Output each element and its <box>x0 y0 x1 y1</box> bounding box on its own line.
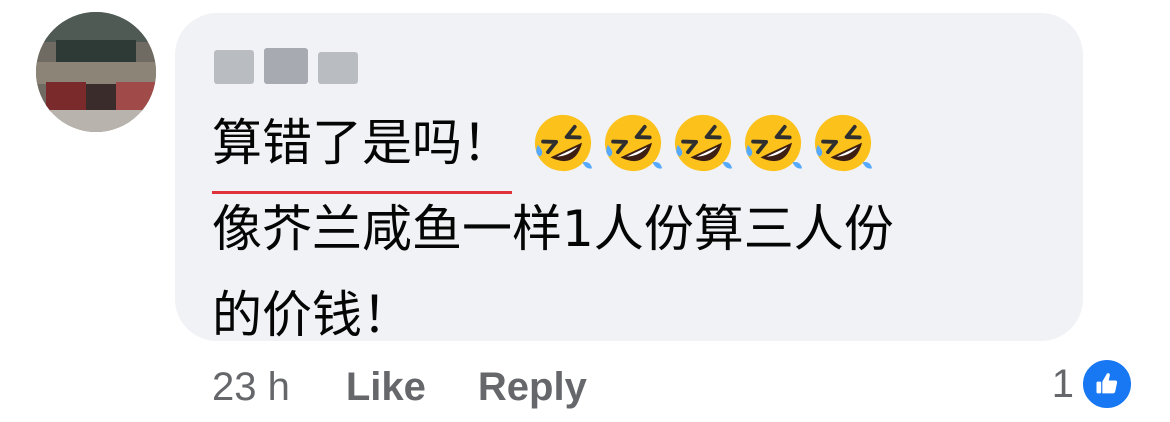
timestamp-link[interactable]: 23 h <box>212 365 290 410</box>
avatar-pixel <box>36 12 156 42</box>
avatar-pixel <box>36 110 156 132</box>
rolling-laughing-emoji-icon <box>534 114 593 172</box>
reaction-summary[interactable]: 1 <box>1052 356 1134 412</box>
rolling-laughing-emoji-icon <box>604 114 663 172</box>
avatar-pixel <box>86 84 116 110</box>
rolling-laughing-emoji-icon <box>674 114 733 172</box>
author-name[interactable] <box>214 44 364 84</box>
comment-text: 算错了是吗！ 像芥兰咸鱼一样1人份算三人份 的价钱！ <box>212 100 1072 358</box>
like-button[interactable]: Like <box>346 365 426 410</box>
thumbs-up-icon <box>1080 357 1134 411</box>
blurred-name-char <box>214 50 254 84</box>
comment-actions: 23 h Like Reply <box>212 360 587 414</box>
avatar-pixel <box>56 40 136 64</box>
comment-line-2: 像芥兰咸鱼一样1人份算三人份 <box>212 200 894 258</box>
avatar-pixel <box>46 82 86 112</box>
rolling-laughing-emoji-icon <box>744 114 803 172</box>
blurred-name-char <box>264 48 308 84</box>
rolling-laughing-emoji-icon <box>814 114 873 172</box>
comment-line-3: 的价钱！ <box>212 286 412 344</box>
blurred-name-char <box>318 52 358 84</box>
reaction-count: 1 <box>1051 361 1074 406</box>
avatar-pixel <box>116 82 156 112</box>
avatar[interactable] <box>36 12 156 132</box>
misspelled-text: 算错了是吗！ <box>212 100 512 194</box>
avatar-pixel <box>36 62 156 84</box>
reply-button[interactable]: Reply <box>478 365 587 410</box>
comment-line-1: 算错了是吗！ <box>212 100 1072 194</box>
